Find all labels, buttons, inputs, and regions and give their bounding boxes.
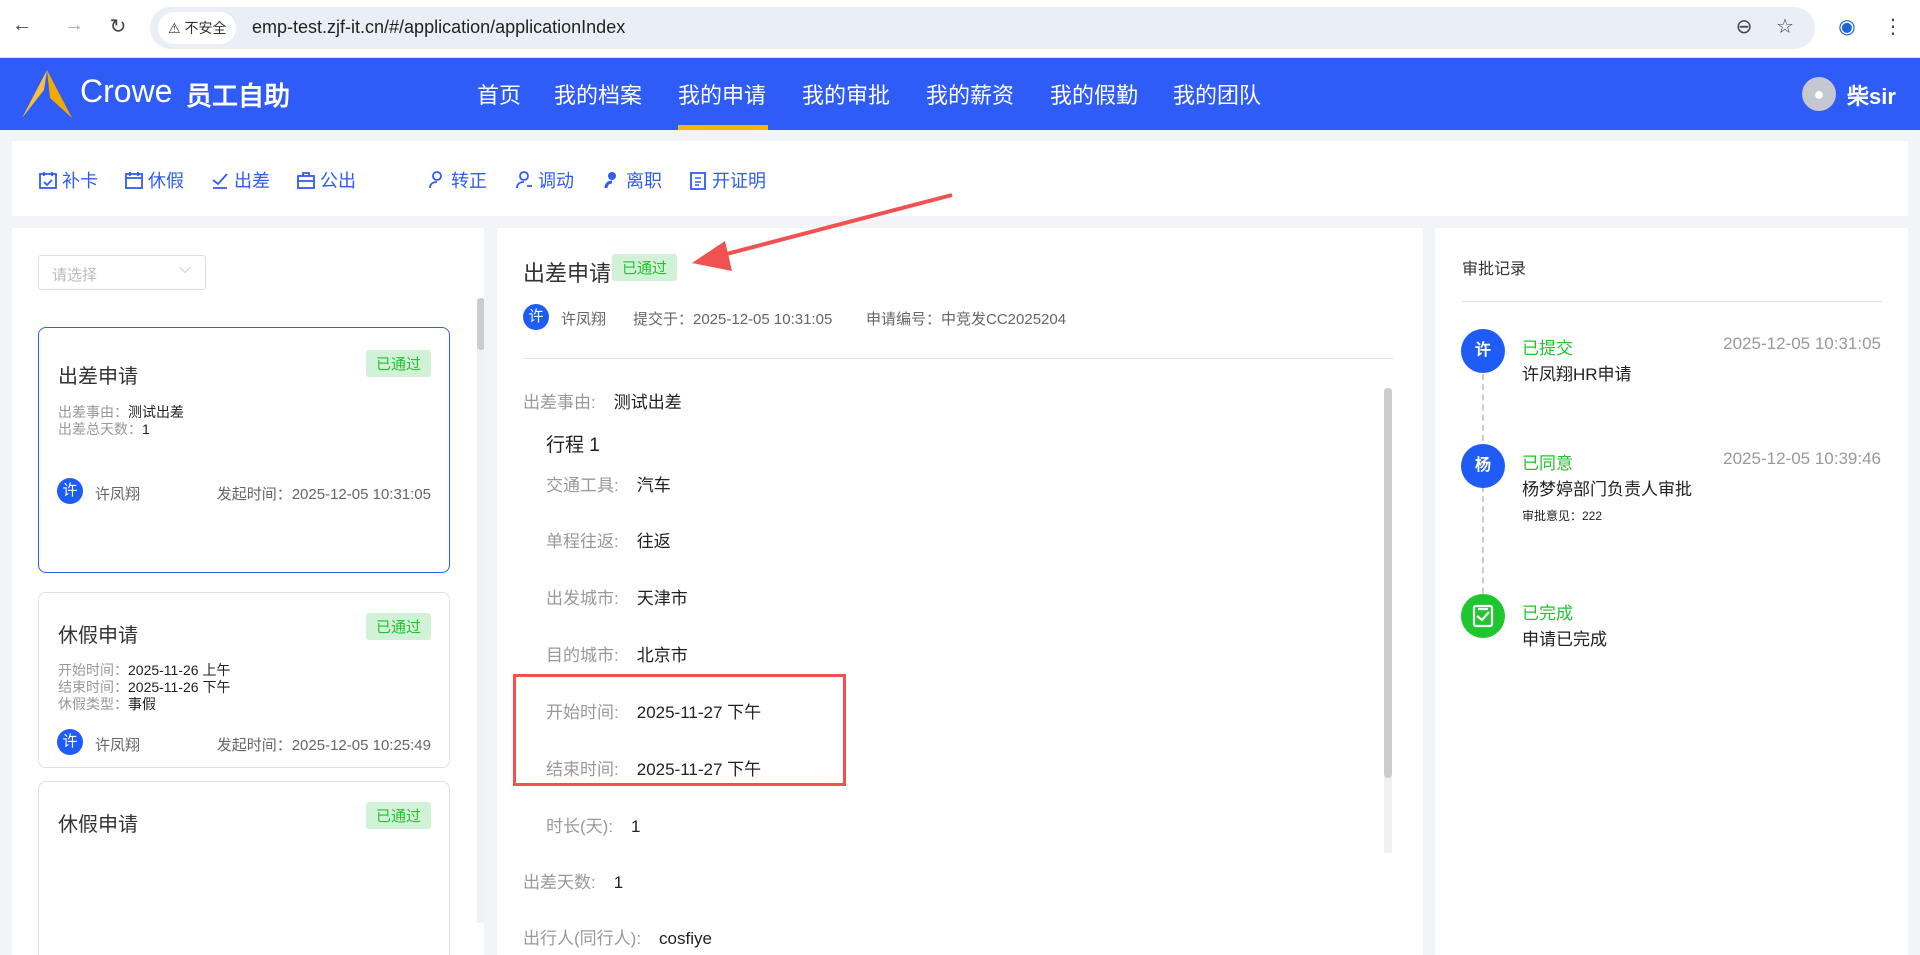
avatar: 许 [523, 304, 549, 330]
approval-comment: 审批意见：222 [1522, 509, 1603, 523]
list-scrollbar-track[interactable] [477, 298, 484, 923]
card-title: 休假申请 [58, 814, 138, 836]
nav-team[interactable]: 我的团队 [1173, 78, 1261, 110]
card-line: 出差总天数：1 [58, 421, 150, 437]
timeline-line [1482, 374, 1484, 614]
briefcase-icon [297, 172, 315, 189]
nav-salary[interactable]: 我的薪资 [926, 78, 1014, 110]
field-duration: 时长(天): 1 [546, 817, 641, 836]
calendar-leave-icon [125, 172, 143, 189]
timeline-status: 已同意 [1522, 454, 1573, 473]
card-title: 出差申请 [58, 366, 138, 388]
active-nav-indicator [678, 125, 768, 130]
detail-title: 出差申请 [523, 261, 612, 286]
trip-title: 行程 1 [546, 435, 600, 456]
detail-status-badge: 已通过 [612, 254, 678, 281]
bookmark-star-icon[interactable]: ☆ [1771, 14, 1799, 39]
menu-icon[interactable]: ⋮ [1879, 14, 1907, 39]
application-card[interactable]: 休假申请 已通过 [38, 781, 450, 955]
application-number: 申请编号：中竞发CC2025204 [866, 311, 1067, 328]
application-detail-panel: 出差申请 已通过 许 许凤翔 提交于：2025-12-05 10:31:05 申… [497, 228, 1423, 955]
brand-name: Crowe [80, 73, 173, 109]
toolbar-item-clock-in[interactable]: 补卡 [38, 167, 98, 193]
field-destination-city: 目的城市: 北京市 [546, 646, 688, 665]
field-departure-city: 出发城市: 天津市 [546, 589, 688, 608]
divider [523, 358, 1393, 359]
submit-time: 提交于：2025-12-05 10:31:05 [633, 311, 833, 328]
application-list-panel: 请选择 ⌵ 出差申请 已通过 出差事由：测试出差 出差总天数：1 许 许凤翔 发… [12, 228, 484, 955]
application-card[interactable]: 出差申请 已通过 出差事由：测试出差 出差总天数：1 许 许凤翔 发起时间：20… [38, 327, 450, 573]
user-leave-icon [604, 172, 616, 189]
security-label: 不安全 [184, 20, 227, 36]
toolbar-item-regularization[interactable]: 转正 [427, 167, 487, 193]
approval-title: 审批记录 [1462, 261, 1527, 278]
timeline-desc: 杨梦婷部门负责人审批 [1522, 480, 1692, 499]
card-line: 休假类型：事假 [58, 696, 156, 712]
crowe-logo-icon [22, 70, 72, 118]
forward-icon[interactable]: → [60, 14, 88, 37]
avatar: 许 [57, 478, 83, 504]
field-reason: 出差事由: 测试出差 [523, 393, 682, 412]
calendar-check-icon [39, 172, 57, 189]
timeline-status: 已提交 [1522, 339, 1573, 358]
timeline-status: 已完成 [1522, 604, 1573, 623]
applicant-name: 许凤翔 [95, 737, 141, 754]
highlight-box [513, 674, 846, 786]
divider [1462, 301, 1882, 302]
application-card[interactable]: 休假申请 已通过 开始时间：2025-11-26 上午 结束时间：2025-11… [38, 592, 450, 768]
nav-my-applications[interactable]: 我的申请 [678, 78, 766, 110]
detail-scrollbar-thumb[interactable] [1384, 388, 1392, 778]
status-badge: 已通过 [365, 350, 431, 377]
avatar: 许 [1461, 329, 1505, 373]
security-indicator[interactable]: ⚠ 不安全 [158, 12, 237, 44]
approval-record-panel: 审批记录 许 已提交 2025-12-05 10:31:05 许凤翔HR申请 杨… [1435, 228, 1908, 955]
chevron-down-icon: ⌵ [179, 260, 192, 277]
user-avatar-icon[interactable]: ● [1802, 77, 1836, 111]
toolbar-item-leave[interactable]: 休假 [124, 167, 184, 193]
timeline-desc: 申请已完成 [1522, 630, 1607, 649]
user-name[interactable]: 柴sir [1847, 79, 1896, 111]
timeline-time: 2025-12-05 10:39:46 [1723, 449, 1881, 468]
toolbar-item-transfer[interactable]: 调动 [514, 167, 574, 193]
field-trip-days: 出差天数: 1 [523, 873, 624, 892]
back-icon[interactable]: ← [8, 14, 36, 37]
status-badge: 已通过 [365, 613, 431, 640]
travel-icon [212, 173, 228, 189]
card-title: 休假申请 [58, 625, 138, 647]
completed-check-icon [1461, 594, 1505, 638]
profile-icon[interactable]: ◉ [1833, 14, 1861, 39]
zoom-out-icon[interactable]: ⊖ [1730, 14, 1758, 39]
timeline-time: 2025-12-05 10:31:05 [1723, 334, 1881, 353]
field-trip-type: 单程往返: 往返 [546, 532, 671, 551]
reload-icon[interactable]: ↻ [104, 14, 132, 39]
nav-approvals[interactable]: 我的审批 [802, 78, 890, 110]
nav-attendance[interactable]: 我的假勤 [1050, 78, 1138, 110]
status-badge: 已通过 [365, 802, 431, 829]
url-text[interactable]: emp-test.zjf-it.cn/#/application/applica… [252, 17, 625, 38]
annotation-arrow-icon [692, 193, 953, 271]
toolbar-item-business-trip[interactable]: 出差 [210, 167, 270, 193]
filter-select[interactable]: 请选择 ⌵ [38, 255, 206, 290]
avatar: 许 [57, 729, 83, 755]
applicant-name: 许凤翔 [561, 311, 607, 328]
submit-time: 发起时间：2025-12-05 10:25:49 [216, 737, 431, 754]
submit-time: 发起时间：2025-12-05 10:31:05 [216, 486, 431, 503]
detail-scrollbar-track[interactable] [1384, 388, 1392, 853]
list-scrollbar-thumb[interactable] [477, 298, 484, 350]
timeline-desc: 许凤翔HR申请 [1522, 365, 1632, 384]
user-transfer-icon [516, 171, 532, 189]
toolbar-item-official-out[interactable]: 公出 [296, 167, 356, 193]
app-header: Crowe 员工自助 首页 我的档案 我的申请 我的审批 我的薪资 我的假勤 我… [0, 58, 1920, 130]
applicant-name: 许凤翔 [95, 486, 141, 503]
browser-toolbar: ← → ↻ ⚠ 不安全 emp-test.zjf-it.cn/#/applica… [0, 0, 1920, 58]
user-check-icon [429, 171, 442, 189]
toolbar-item-resignation[interactable]: 离职 [602, 167, 662, 193]
app-name: 员工自助 [186, 81, 291, 111]
nav-home[interactable]: 首页 [477, 78, 521, 110]
field-companions: 出行人(同行人): cosfiye [523, 929, 712, 948]
nav-profile[interactable]: 我的档案 [554, 78, 642, 110]
field-transport: 交通工具: 汽车 [546, 476, 671, 495]
avatar: 杨 [1461, 444, 1505, 488]
